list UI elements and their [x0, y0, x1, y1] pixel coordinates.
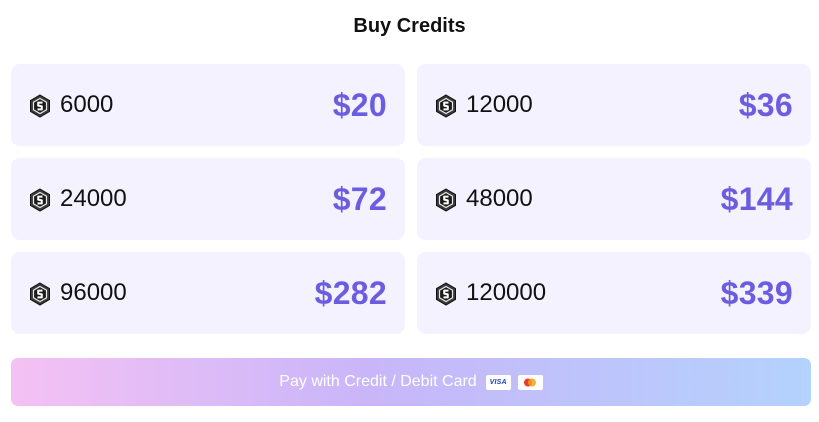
package-price: $36: [738, 87, 793, 123]
credit-amount: 48000: [466, 185, 533, 212]
credit-amount: 96000: [60, 279, 127, 306]
hexagon-coin-icon: [29, 281, 51, 306]
credit-package-card[interactable]: 48000 $144: [417, 158, 811, 240]
page-title: Buy Credits: [353, 15, 466, 37]
hexagon-coin-icon: [435, 281, 457, 306]
package-price: $282: [314, 275, 387, 311]
package-credits: 120000: [435, 279, 546, 307]
mastercard-icon: [517, 374, 543, 390]
package-price: $72: [332, 181, 387, 217]
credit-packages-grid: 6000 $20 12000 $36 24000 $72 48000 $144: [11, 64, 811, 334]
package-price: $144: [720, 181, 793, 217]
credit-package-card[interactable]: 96000 $282: [11, 252, 405, 334]
hexagon-coin-icon: [435, 187, 457, 212]
credit-package-card[interactable]: 6000 $20: [11, 64, 405, 146]
credit-amount: 120000: [466, 279, 547, 306]
package-credits: 24000: [29, 185, 127, 213]
credit-package-card[interactable]: 24000 $72: [11, 158, 405, 240]
package-price: $20: [332, 87, 387, 123]
credit-package-card[interactable]: 12000 $36: [417, 64, 811, 146]
pay-with-card-button[interactable]: Pay with Credit / Debit Card VISA: [11, 358, 811, 406]
credit-amount: 24000: [60, 185, 127, 212]
package-price: $339: [720, 275, 793, 311]
visa-card-icon: VISA: [485, 374, 511, 390]
package-credits: 48000: [435, 185, 533, 213]
credit-amount: 12000: [466, 91, 533, 118]
pay-button-label: Pay with Credit / Debit Card: [279, 373, 477, 390]
package-credits: 6000: [29, 91, 113, 119]
package-credits: 12000: [435, 91, 533, 119]
hexagon-coin-icon: [29, 187, 51, 212]
hexagon-coin-icon: [29, 93, 51, 118]
credit-package-card[interactable]: 120000 $339: [417, 252, 811, 334]
hexagon-coin-icon: [435, 93, 457, 118]
credit-amount: 6000: [60, 91, 114, 118]
package-credits: 96000: [29, 279, 127, 307]
